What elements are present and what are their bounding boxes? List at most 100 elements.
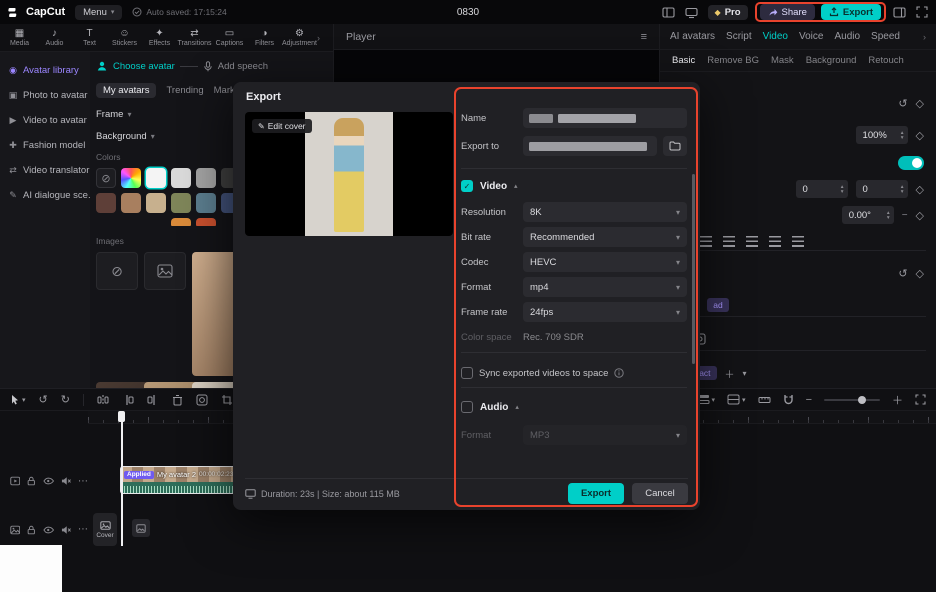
toolbar-more-icon[interactable]: › — [317, 33, 320, 43]
rotation-stepper[interactable]: 0.00°▴▾ — [842, 206, 894, 224]
split-icon[interactable] — [97, 394, 109, 406]
pro-badge[interactable]: ◆Pro — [708, 5, 748, 20]
mask-icon[interactable] — [196, 394, 208, 406]
swatch-color[interactable] — [121, 193, 141, 213]
position-y-stepper[interactable]: 0▴▾ — [856, 180, 908, 198]
subtab-mask[interactable]: Mask — [771, 55, 794, 66]
swatch-none[interactable]: ⊘ — [96, 168, 116, 188]
swatch-white-selected[interactable] — [146, 168, 166, 188]
menu-button[interactable]: Menu▾ — [75, 5, 122, 20]
mute-track-icon[interactable] — [61, 525, 71, 535]
player-menu-icon[interactable]: ≡ — [641, 31, 647, 43]
align-icon[interactable] — [700, 236, 712, 247]
tab-captions[interactable]: ▭Captions — [212, 28, 247, 47]
export-confirm-button[interactable]: Export — [568, 483, 624, 504]
keyframe-icon[interactable]: ◇ — [916, 267, 924, 280]
tab-stickers[interactable]: ☺Stickers — [107, 28, 142, 47]
cancel-button[interactable]: Cancel — [632, 483, 688, 504]
track-more-icon[interactable]: ⋯ — [78, 524, 88, 535]
magnet-icon[interactable] — [783, 394, 794, 405]
audio-section-header[interactable]: Audio ▴ — [461, 399, 519, 415]
browse-folder-button[interactable] — [663, 136, 687, 156]
swatch-color-partial[interactable] — [196, 218, 216, 226]
sidebar-item-ai-dialogue[interactable]: ✎AI dialogue sce... — [0, 183, 90, 208]
trim-left-icon[interactable] — [122, 394, 134, 406]
swatch-color[interactable] — [171, 168, 191, 188]
swatch-color[interactable] — [146, 193, 166, 213]
swatch-color[interactable] — [96, 193, 116, 213]
subtab-basic[interactable]: Basic — [672, 55, 695, 66]
zoom-in-icon[interactable]: ＋ — [892, 392, 903, 408]
export-button[interactable]: Export — [821, 4, 881, 20]
step-add-speech[interactable]: Add speech — [218, 61, 268, 72]
tab-voice[interactable]: Voice — [799, 31, 823, 42]
hide-track-icon[interactable] — [43, 477, 53, 485]
tab-script[interactable]: Script — [726, 31, 752, 42]
sidebar-item-video-translator[interactable]: ⇄Video translator — [0, 158, 90, 183]
align-icon[interactable] — [746, 236, 758, 247]
lock-icon[interactable] — [27, 476, 36, 486]
swatch-color[interactable] — [196, 193, 216, 213]
track-height-icon[interactable]: ▾ — [727, 394, 746, 405]
sidebar-item-photo-to-avatar[interactable]: ▣Photo to avatar — [0, 83, 90, 108]
playhead[interactable] — [121, 411, 123, 546]
sidebar-item-video-to-avatar[interactable]: ▶Video to avatar — [0, 108, 90, 133]
display-icon[interactable] — [685, 6, 698, 19]
edit-cover-button[interactable]: ✎ Edit cover — [252, 119, 312, 133]
subtab-retouch[interactable]: Retouch — [868, 55, 903, 66]
timeline-zoom-slider[interactable] — [824, 399, 880, 401]
swatch-color-partial[interactable] — [171, 218, 191, 226]
bitrate-select[interactable]: Recommended▾ — [523, 227, 687, 247]
codec-select[interactable]: HEVC▾ — [523, 252, 687, 272]
format-select[interactable]: mp4▾ — [523, 277, 687, 297]
trim-right-icon[interactable] — [147, 394, 159, 406]
export-path-input[interactable] — [523, 136, 657, 156]
delete-icon[interactable] — [172, 394, 183, 406]
resolution-select[interactable]: 8K▾ — [523, 202, 687, 222]
keyframe-icon[interactable]: ◇ — [916, 97, 924, 110]
scale-stepper[interactable]: 100%▴▾ — [856, 126, 908, 144]
align-icon[interactable] — [723, 236, 735, 247]
keyframe-icon[interactable]: ◇ — [916, 183, 924, 196]
tab-media[interactable]: ▦Media — [2, 28, 37, 47]
lock-icon[interactable] — [27, 525, 36, 535]
add-icon[interactable]: ＋ — [725, 366, 735, 381]
image-tile-none[interactable]: ⊘ — [96, 252, 138, 290]
audio-checkbox[interactable] — [461, 401, 473, 413]
tab-filters[interactable]: ◑Filters — [247, 28, 282, 47]
subtab-remove-bg[interactable]: Remove BG — [707, 55, 759, 66]
track-more-icon[interactable]: ⋯ — [78, 476, 88, 487]
redo-icon[interactable]: ↻ — [61, 393, 70, 406]
tab-ai-avatars[interactable]: AI avatars — [670, 31, 715, 42]
keyframe-icon[interactable]: ◇ — [916, 209, 924, 222]
step-choose-avatar[interactable]: Choose avatar — [113, 61, 175, 72]
tab-text[interactable]: TText — [72, 28, 107, 47]
video-checkbox[interactable]: ✓ — [461, 180, 473, 192]
cover-thumbnail[interactable] — [132, 519, 150, 537]
fullscreen-icon[interactable] — [916, 6, 928, 18]
feature-badge[interactable]: ad — [707, 298, 728, 312]
reset-icon[interactable]: ↺ — [898, 97, 907, 110]
tab-video[interactable]: Video — [763, 31, 788, 42]
swatch-color[interactable] — [171, 193, 191, 213]
align-icon[interactable] — [792, 236, 804, 247]
rotation-dial-icon[interactable]: − — [902, 210, 908, 221]
mute-track-icon[interactable] — [61, 476, 71, 486]
name-input[interactable] — [523, 108, 687, 128]
cover-button[interactable]: Cover — [93, 513, 117, 546]
tab-transitions[interactable]: ⇄Transitions — [177, 28, 212, 47]
select-tool[interactable]: ▾ — [10, 394, 26, 406]
tab-adjustment[interactable]: ⚙Adjustment — [282, 28, 317, 47]
image-tile-placeholder[interactable] — [144, 252, 186, 290]
tab-trending[interactable]: Trending — [166, 85, 203, 96]
zoom-out-icon[interactable]: − — [806, 394, 812, 406]
sidebar-item-fashion-model[interactable]: ✚Fashion model — [0, 133, 90, 158]
align-icon[interactable] — [769, 236, 781, 247]
tab-speed[interactable]: Speed — [871, 31, 900, 42]
reset-icon[interactable]: ↺ — [898, 267, 907, 280]
chevron-down-icon[interactable]: ▾ — [743, 369, 747, 378]
video-section-header[interactable]: ✓ Video ▴ — [461, 178, 518, 194]
sync-checkbox[interactable] — [461, 367, 473, 379]
framerate-select[interactable]: 24fps▾ — [523, 302, 687, 322]
share-button[interactable]: Share — [760, 4, 815, 20]
